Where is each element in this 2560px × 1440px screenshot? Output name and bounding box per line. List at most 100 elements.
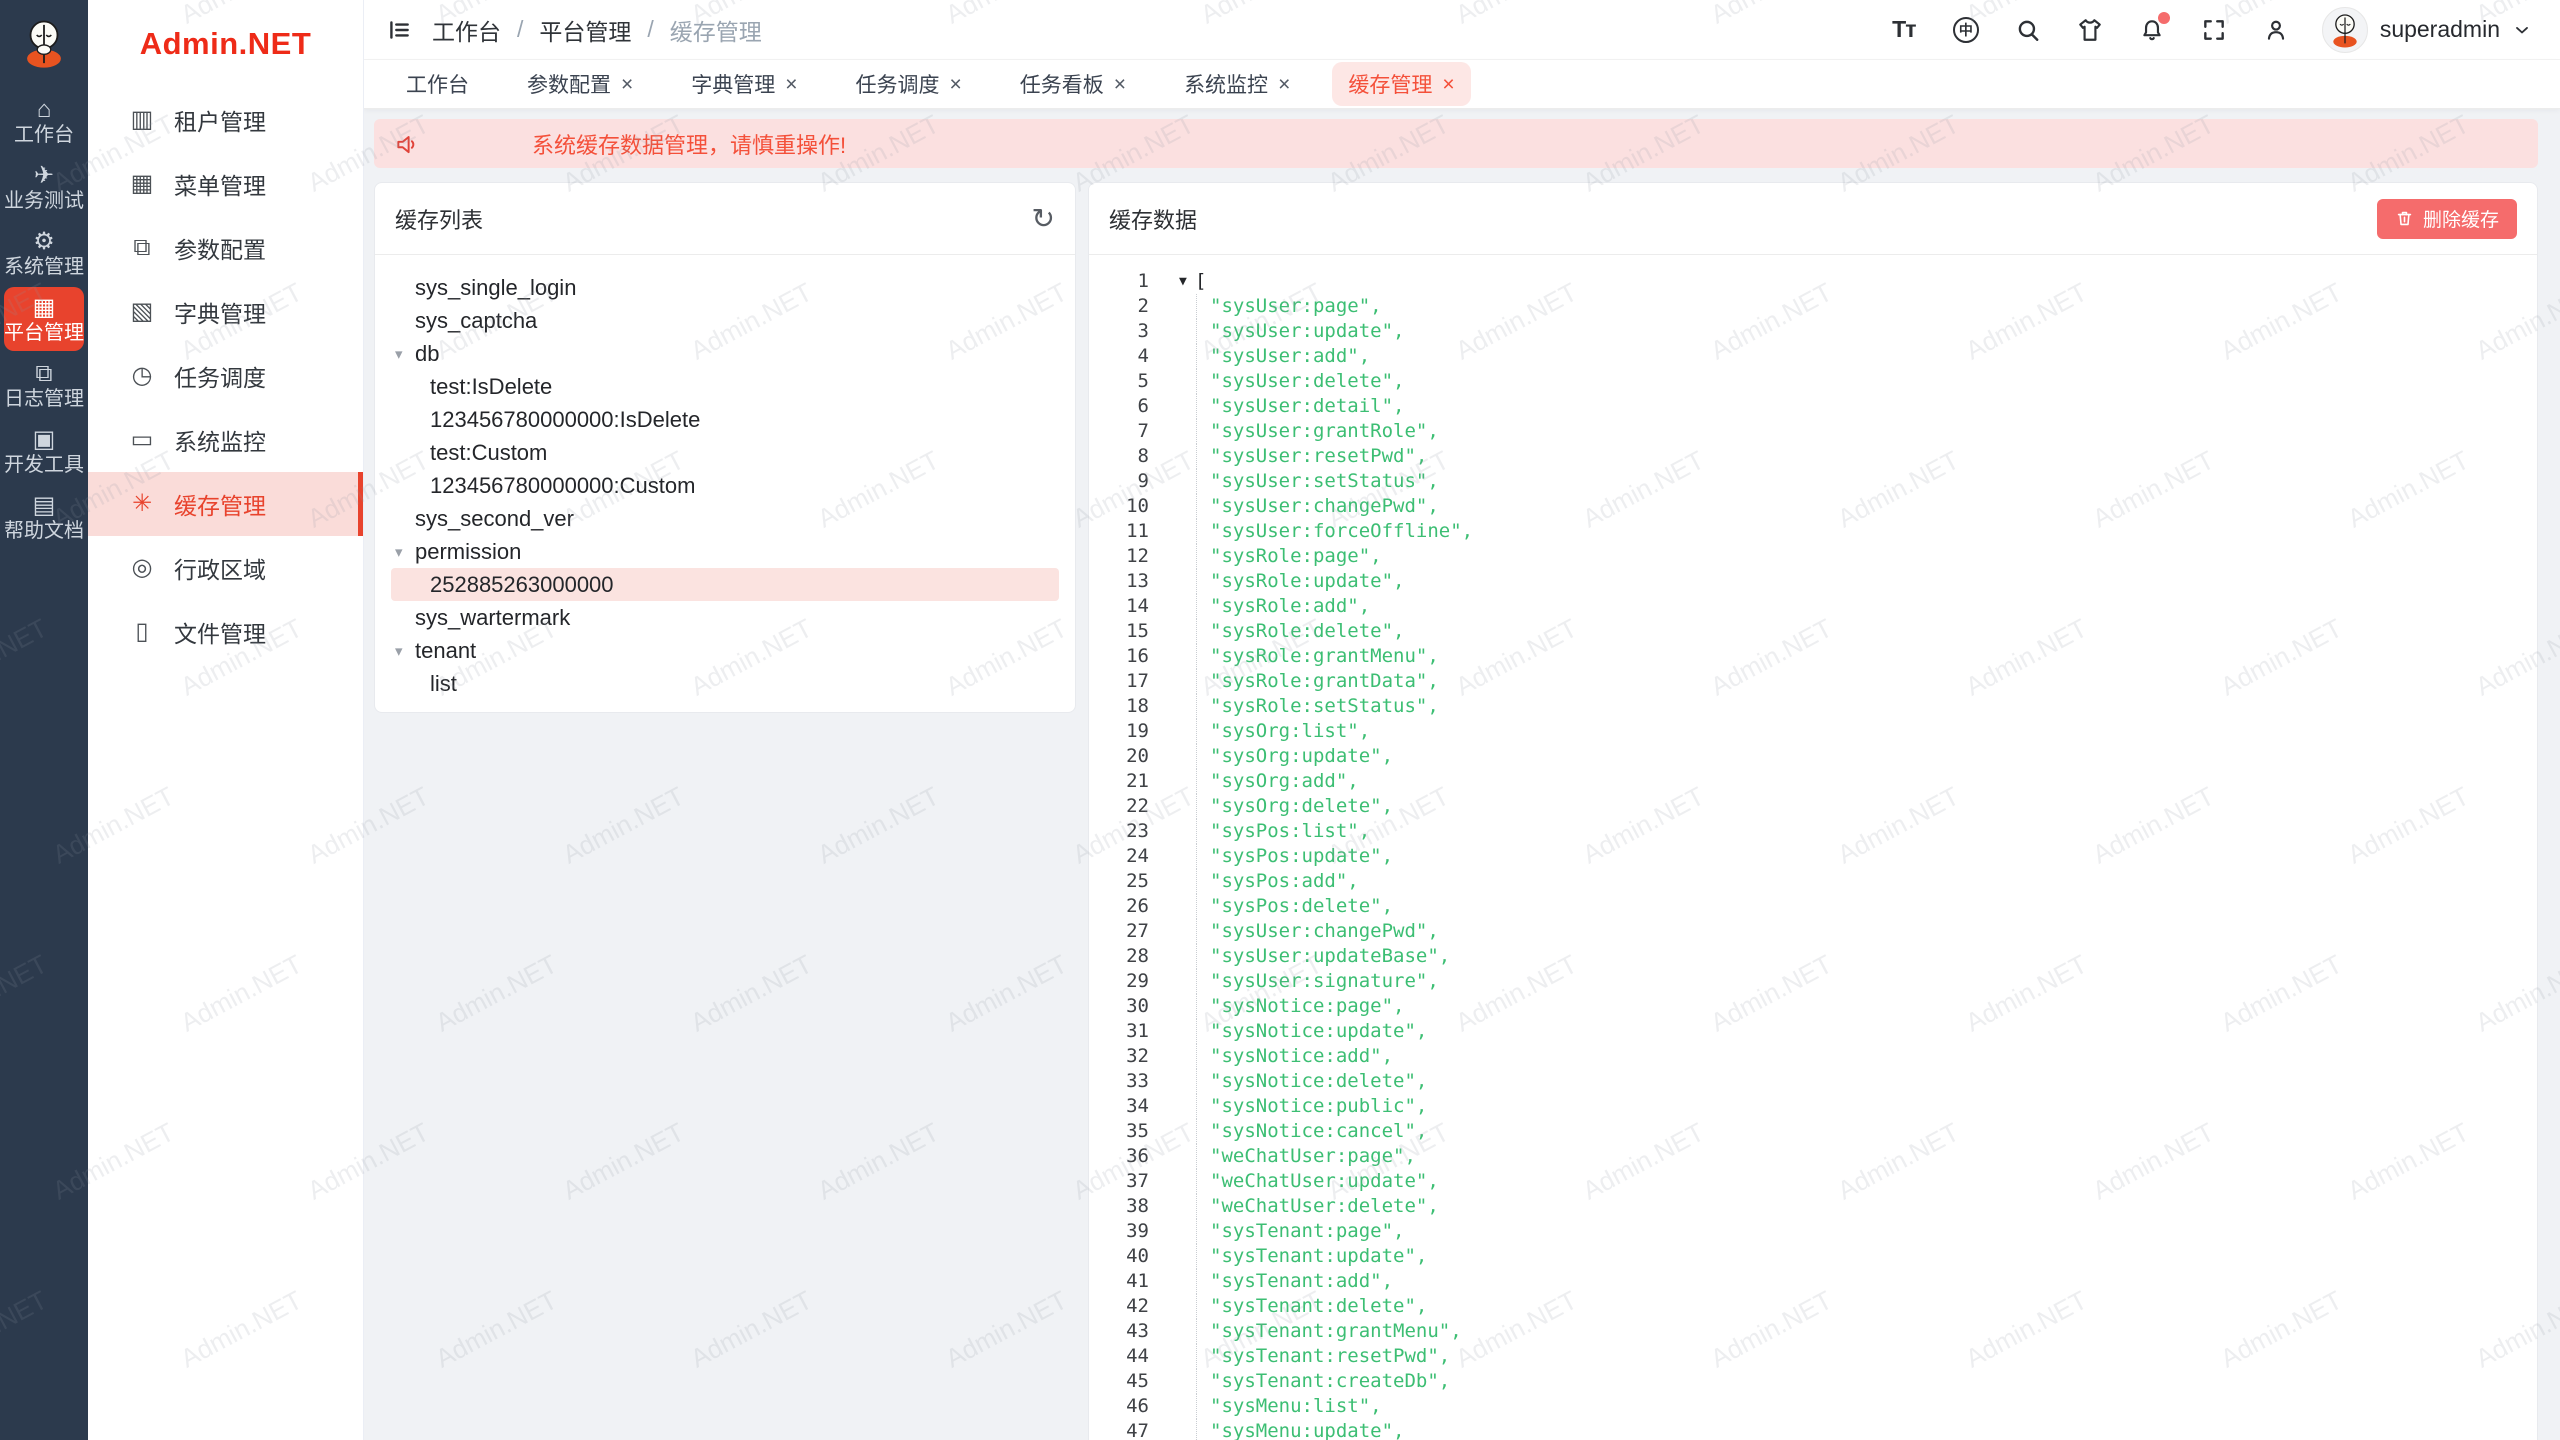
sidebar-item-dict-mgmt[interactable]: ▧ 字典管理 bbox=[88, 280, 363, 344]
refresh-icon[interactable]: ↻ bbox=[1032, 205, 1055, 233]
language-icon[interactable]: 中 bbox=[1950, 14, 1982, 46]
tree-node[interactable]: sys_captcha bbox=[391, 304, 1059, 337]
tree-node[interactable]: list bbox=[391, 667, 1059, 700]
notification-bell-icon[interactable] bbox=[2136, 14, 2168, 46]
line-number: 25 bbox=[1089, 869, 1149, 894]
monitor-icon: ▭ bbox=[128, 428, 156, 452]
tree-node[interactable]: ▾ permission bbox=[391, 535, 1059, 568]
code-text: [ bbox=[1195, 269, 1206, 294]
code-text: "sysOrg:add", bbox=[1196, 769, 1359, 794]
tree-node[interactable]: ▾ db bbox=[391, 337, 1059, 370]
profile-person-icon[interactable] bbox=[2260, 14, 2292, 46]
rail-item-sys-mgmt[interactable]: ⚙ 系统管理 bbox=[4, 221, 84, 285]
caret-down-icon[interactable]: ▾ bbox=[395, 345, 403, 363]
rail-item-workbench[interactable]: ⌂ 工作台 bbox=[4, 89, 84, 153]
sidebar-item-sys-monitor[interactable]: ▭ 系统监控 bbox=[88, 408, 363, 472]
close-icon[interactable]: × bbox=[1278, 74, 1290, 95]
font-size-icon[interactable]: Tт bbox=[1888, 14, 1920, 46]
tree-node[interactable]: test:Custom bbox=[391, 436, 1059, 469]
code-line: 8 "sysUser:resetPwd", bbox=[1089, 444, 2537, 469]
sidebar-item-file-mgmt[interactable]: ▯ 文件管理 bbox=[88, 600, 363, 664]
rail-item-dev-tools[interactable]: ▣ 开发工具 bbox=[4, 419, 84, 483]
chip-icon: ▣ bbox=[33, 428, 56, 452]
cache-data-panel: 缓存数据 删除缓存 1 bbox=[1088, 182, 2538, 1440]
line-number: 34 bbox=[1089, 1094, 1149, 1119]
code-line: 32 "sysNotice:add", bbox=[1089, 1044, 2537, 1069]
line-number: 5 bbox=[1089, 369, 1149, 394]
tab-task-board[interactable]: 任务看板 × bbox=[1004, 62, 1142, 106]
tab-param-config[interactable]: 参数配置 × bbox=[511, 62, 649, 106]
rail-item-biz-test[interactable]: ✈ 业务测试 bbox=[4, 155, 84, 219]
delete-cache-button[interactable]: 删除缓存 bbox=[2377, 199, 2517, 239]
menu-grid-icon: ▦ bbox=[128, 172, 156, 196]
tree-node[interactable]: 123456780000000:Custom bbox=[391, 469, 1059, 502]
sidebar-item-tenant-mgmt[interactable]: ▥ 租户管理 bbox=[88, 88, 363, 152]
sidebar-item-menu-mgmt[interactable]: ▦ 菜单管理 bbox=[88, 152, 363, 216]
tab-sys-monitor[interactable]: 系统监控 × bbox=[1168, 62, 1306, 106]
sidebar-item-task-schedule[interactable]: ◷ 任务调度 bbox=[88, 344, 363, 408]
building-icon: ▥ bbox=[128, 108, 156, 132]
code-text: "sysPos:add", bbox=[1196, 869, 1359, 894]
code-line: 27 "sysUser:changePwd", bbox=[1089, 919, 2537, 944]
code-text: "sysOrg:update", bbox=[1196, 744, 1393, 769]
code-line: 18 "sysRole:setStatus", bbox=[1089, 694, 2537, 719]
tab-cache-mgmt[interactable]: 缓存管理 × bbox=[1332, 62, 1470, 106]
close-icon[interactable]: × bbox=[621, 74, 633, 95]
sidebar-item-admin-region[interactable]: ◎ 行政区域 bbox=[88, 536, 363, 600]
tree-node-label: 252885263000000 bbox=[430, 572, 614, 598]
sidebar-item-cache-mgmt[interactable]: ✳ 缓存管理 bbox=[88, 472, 363, 536]
close-icon[interactable]: × bbox=[1114, 74, 1126, 95]
collapse-icon[interactable]: ▼ bbox=[1179, 275, 1195, 288]
tree-node[interactable]: sys_single_login bbox=[391, 271, 1059, 304]
tree-node[interactable]: 123456780000000:IsDelete bbox=[391, 403, 1059, 436]
code-line: 43 "sysTenant:grantMenu", bbox=[1089, 1319, 2537, 1344]
grid-icon: ▦ bbox=[33, 296, 56, 320]
line-number: 17 bbox=[1089, 669, 1149, 694]
tab-task-schedule[interactable]: 任务调度 × bbox=[840, 62, 978, 106]
code-text: "sysUser:delete", bbox=[1196, 369, 1404, 394]
caret-down-icon[interactable]: ▾ bbox=[395, 642, 403, 660]
code-text: "sysRole:add", bbox=[1196, 594, 1370, 619]
line-number: 7 bbox=[1089, 419, 1149, 444]
code-line: 10 "sysUser:changePwd", bbox=[1089, 494, 2537, 519]
app-logo[interactable] bbox=[17, 0, 71, 88]
breadcrumb-workbench[interactable]: 工作台 bbox=[432, 13, 501, 47]
rail-item-platform-mgmt[interactable]: ▦ 平台管理 bbox=[4, 287, 84, 351]
code-text: "sysRole:update", bbox=[1196, 569, 1404, 594]
sidebar-item-param-config[interactable]: ⧉ 参数配置 bbox=[88, 216, 363, 280]
tab-dict-mgmt[interactable]: 字典管理 × bbox=[675, 62, 813, 106]
tree-node[interactable]: sys_wartermark bbox=[391, 601, 1059, 634]
line-number: 33 bbox=[1089, 1069, 1149, 1094]
code-line: 26 "sysPos:delete", bbox=[1089, 894, 2537, 919]
tree-node-label: sys_captcha bbox=[415, 308, 537, 334]
caret-down-icon[interactable]: ▾ bbox=[395, 543, 403, 561]
cache-tree: sys_single_login sys_captcha ▾ db bbox=[375, 255, 1075, 700]
code-line: 11 "sysUser:forceOffline", bbox=[1089, 519, 2537, 544]
close-icon[interactable]: × bbox=[785, 74, 797, 95]
line-number: 38 bbox=[1089, 1194, 1149, 1219]
code-line: 25 "sysPos:add", bbox=[1089, 869, 2537, 894]
code-text: "sysMenu:list", bbox=[1196, 1394, 1382, 1419]
rail-item-log-mgmt[interactable]: ⧉ 日志管理 bbox=[4, 353, 84, 417]
fullscreen-icon[interactable] bbox=[2198, 14, 2230, 46]
close-icon[interactable]: × bbox=[1442, 74, 1454, 95]
code-text: "sysRole:page", bbox=[1196, 544, 1382, 569]
breadcrumb-platform-mgmt[interactable]: 平台管理 bbox=[539, 13, 631, 47]
code-line: 6 "sysUser:detail", bbox=[1089, 394, 2537, 419]
line-number: 36 bbox=[1089, 1144, 1149, 1169]
close-icon[interactable]: × bbox=[950, 74, 962, 95]
tree-node[interactable]: test:IsDelete bbox=[391, 370, 1059, 403]
code-text: "weChatUser:page", bbox=[1196, 1144, 1416, 1169]
tree-node[interactable]: 252885263000000 bbox=[391, 568, 1059, 601]
menu-fold-icon[interactable] bbox=[382, 13, 416, 47]
theme-shirt-icon[interactable] bbox=[2074, 14, 2106, 46]
rail-item-help-docs[interactable]: ▤ 帮助文档 bbox=[4, 485, 84, 549]
search-icon[interactable] bbox=[2012, 14, 2044, 46]
warning-alert: 系统缓存数据管理，请慎重操作! bbox=[374, 119, 2538, 168]
tree-node[interactable]: ▾ tenant bbox=[391, 634, 1059, 667]
user-menu[interactable]: superadmin bbox=[2322, 7, 2532, 53]
line-number: 39 bbox=[1089, 1219, 1149, 1244]
code-line: 17 "sysRole:grantData", bbox=[1089, 669, 2537, 694]
tree-node[interactable]: sys_second_ver bbox=[391, 502, 1059, 535]
tab-workbench[interactable]: 工作台 bbox=[390, 62, 485, 106]
